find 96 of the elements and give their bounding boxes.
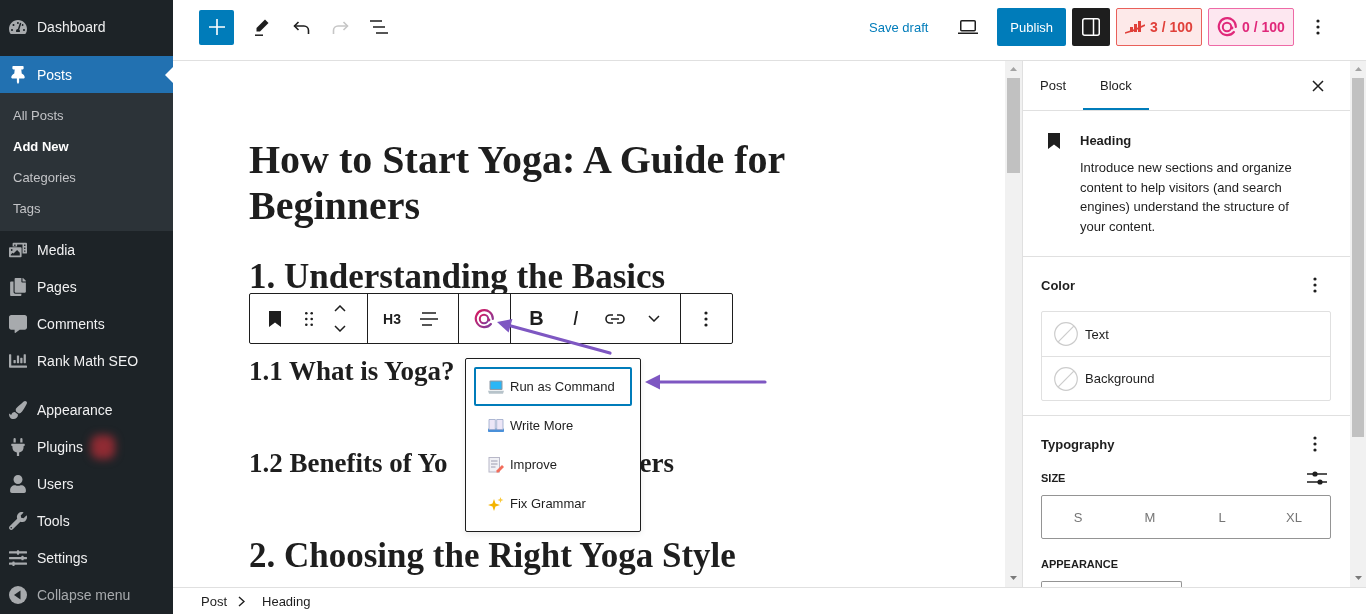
list-icon bbox=[370, 20, 388, 34]
menu-item[interactable]: Pages bbox=[0, 268, 173, 305]
bookmark-icon bbox=[269, 310, 281, 327]
collapse-menu-button[interactable]: Collapse menu bbox=[0, 576, 173, 613]
menu-item[interactable]: Media bbox=[0, 231, 173, 268]
breadcrumb-link[interactable]: Post bbox=[199, 593, 229, 609]
bookmark-icon bbox=[1048, 133, 1060, 149]
field-label: SIZE bbox=[1041, 471, 1066, 486]
laptop-icon bbox=[958, 20, 979, 34]
section-heading: 2. Choosing the Right Yoga Style bbox=[249, 538, 736, 574]
submenu-item[interactable]: Tags bbox=[0, 193, 173, 224]
undo-icon bbox=[292, 20, 310, 34]
vertical-dots-icon bbox=[1313, 436, 1317, 452]
ai-menu-item[interactable]: Run as Command bbox=[474, 367, 632, 406]
pushpin-icon bbox=[9, 65, 27, 84]
at-sign-logo-icon bbox=[1217, 17, 1238, 37]
menu-item[interactable]: Tools bbox=[0, 502, 173, 539]
font-size-option[interactable]: S bbox=[1042, 496, 1114, 538]
chevron-down-icon bbox=[334, 325, 346, 332]
ai-credits-button[interactable]: 0 / 100 bbox=[1208, 8, 1294, 46]
chevron-right-icon bbox=[238, 595, 245, 607]
publish-button[interactable]: Publish bbox=[997, 8, 1066, 46]
menu-item[interactable]: Appearance bbox=[0, 391, 173, 428]
subsection-heading: 1.1 What is Yoga? bbox=[249, 355, 455, 388]
chevron-up-icon bbox=[334, 305, 346, 312]
no-color-swatch-icon bbox=[1054, 366, 1078, 391]
drag-handle-icon bbox=[305, 311, 313, 326]
vertical-dots-icon bbox=[1316, 19, 1320, 35]
bar-chart-icon bbox=[1125, 20, 1146, 34]
field-label: APPEARANCE bbox=[1041, 557, 1118, 572]
vertical-dots-icon bbox=[1313, 277, 1317, 293]
plus-icon bbox=[208, 19, 225, 35]
user-icon bbox=[9, 474, 27, 493]
gauge-icon bbox=[9, 17, 27, 36]
bold-button[interactable]: B bbox=[517, 294, 556, 343]
menu-item[interactable]: Settings bbox=[0, 539, 173, 576]
sparkles-icon bbox=[488, 496, 504, 511]
memo-pencil-icon bbox=[488, 456, 504, 473]
sidebar-tab[interactable]: Post bbox=[1023, 61, 1083, 110]
seo-score-button[interactable]: 3 / 100 bbox=[1116, 8, 1202, 46]
sliders-icon bbox=[1307, 471, 1327, 485]
color-option[interactable]: Background bbox=[1042, 356, 1330, 400]
block-description: Introduce new sections and organize content to help visitors (and search engines) understand the structure of your content. bbox=[1080, 159, 1293, 236]
scrollbar-thumb[interactable] bbox=[1007, 78, 1020, 173]
heading-level-button[interactable]: H3 bbox=[374, 294, 410, 343]
vertical-dots-icon bbox=[704, 310, 708, 327]
submenu-item[interactable]: Add New bbox=[0, 131, 173, 162]
pencil-icon bbox=[254, 18, 270, 36]
at-sign-logo-icon bbox=[474, 308, 494, 329]
save-draft-button[interactable]: Save draft bbox=[861, 9, 937, 45]
scroll-down-icon[interactable] bbox=[1010, 576, 1017, 580]
panel-title: Color bbox=[1041, 277, 1075, 293]
scroll-down-icon[interactable] bbox=[1354, 576, 1362, 580]
submenu-item[interactable]: Categories bbox=[0, 162, 173, 193]
laptop-icon bbox=[488, 379, 504, 394]
no-color-swatch-icon bbox=[1054, 322, 1078, 346]
add-block-button[interactable] bbox=[199, 9, 234, 45]
submenu-item[interactable]: All Posts bbox=[0, 100, 173, 131]
photo-video-icon bbox=[9, 240, 27, 259]
scrollbar-thumb[interactable] bbox=[1352, 78, 1364, 437]
close-icon bbox=[1312, 79, 1324, 92]
documents-icon bbox=[9, 277, 27, 296]
color-option[interactable]: Text bbox=[1042, 312, 1330, 356]
speech-bubble-icon bbox=[9, 314, 27, 333]
block-card-title: Heading bbox=[1080, 132, 1132, 150]
menu-item[interactable]: Rank Math SEO bbox=[0, 342, 173, 379]
redo-icon bbox=[331, 20, 349, 34]
sidebar-panel-icon bbox=[1082, 18, 1100, 36]
breadcrumb-current: Heading bbox=[262, 593, 311, 609]
plug-icon bbox=[9, 437, 27, 456]
scroll-up-icon[interactable] bbox=[1010, 67, 1017, 71]
font-size-option[interactable]: L bbox=[1186, 496, 1258, 538]
sidebar-tab[interactable]: Block bbox=[1083, 61, 1149, 110]
covered-heading-fragment: ers bbox=[639, 447, 674, 480]
post-title: How to Start Yoga: A Guide for Beginners bbox=[249, 137, 786, 229]
wrench-icon bbox=[9, 511, 27, 530]
settings-toggle-button[interactable] bbox=[1072, 8, 1110, 46]
link-icon bbox=[604, 313, 625, 324]
menu-item[interactable]: Posts bbox=[0, 56, 173, 93]
font-size-option[interactable]: XL bbox=[1258, 496, 1330, 538]
covered-heading-fragment: 1.2 Benefits of Yo bbox=[249, 447, 448, 480]
panel-title: Typography bbox=[1041, 436, 1115, 452]
section-heading: 1. Understanding the Basics bbox=[249, 259, 666, 295]
open-book-icon bbox=[488, 419, 504, 432]
italic-button[interactable]: I bbox=[556, 294, 595, 343]
chevron-down-icon bbox=[647, 315, 660, 322]
menu-item[interactable]: Plugins bbox=[0, 428, 173, 465]
menu-item[interactable]: Users bbox=[0, 465, 173, 502]
paintbrush-icon bbox=[9, 400, 27, 419]
menu-item[interactable]: Comments bbox=[0, 305, 173, 342]
text-align-icon bbox=[420, 311, 438, 326]
bar-chart-icon bbox=[9, 351, 27, 370]
sliders-icon bbox=[9, 548, 27, 567]
scroll-up-icon[interactable] bbox=[1354, 67, 1362, 71]
font-size-option[interactable]: M bbox=[1114, 496, 1186, 538]
menu-item[interactable]: Dashboard bbox=[0, 8, 173, 45]
